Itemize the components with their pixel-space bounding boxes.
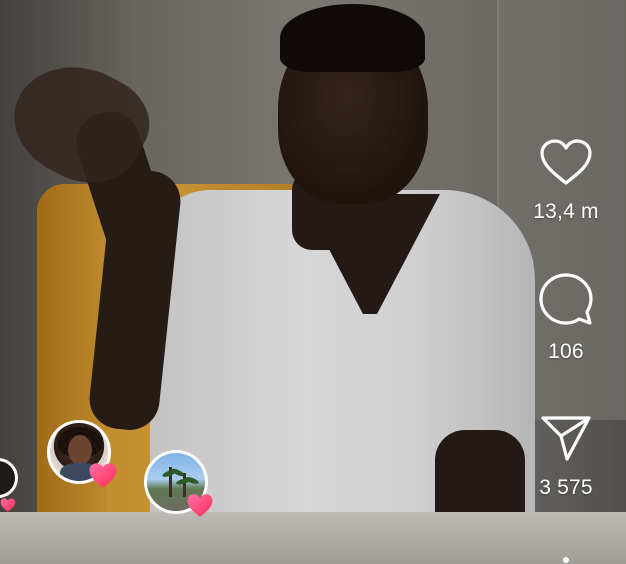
comment-count: 106 <box>548 340 584 363</box>
share-button[interactable]: 3 575 <box>520 414 612 500</box>
paper-plane-icon[interactable] <box>520 414 612 462</box>
heart-reaction-icon <box>89 463 117 488</box>
speech-bubble-icon[interactable] <box>520 272 612 326</box>
like-count: 13,4 m <box>533 200 599 223</box>
share-count: 3 575 <box>539 476 593 499</box>
avatar-face <box>68 435 92 465</box>
heart-reaction-icon <box>0 498 16 512</box>
heart-reaction-icon <box>187 494 213 517</box>
heart-outline-icon[interactable] <box>520 138 612 186</box>
more-dots-icon[interactable] <box>563 557 569 563</box>
like-button[interactable]: 13,4 m <box>520 138 612 224</box>
palm-leaf <box>184 475 200 486</box>
comment-button[interactable]: 106 <box>520 272 612 364</box>
